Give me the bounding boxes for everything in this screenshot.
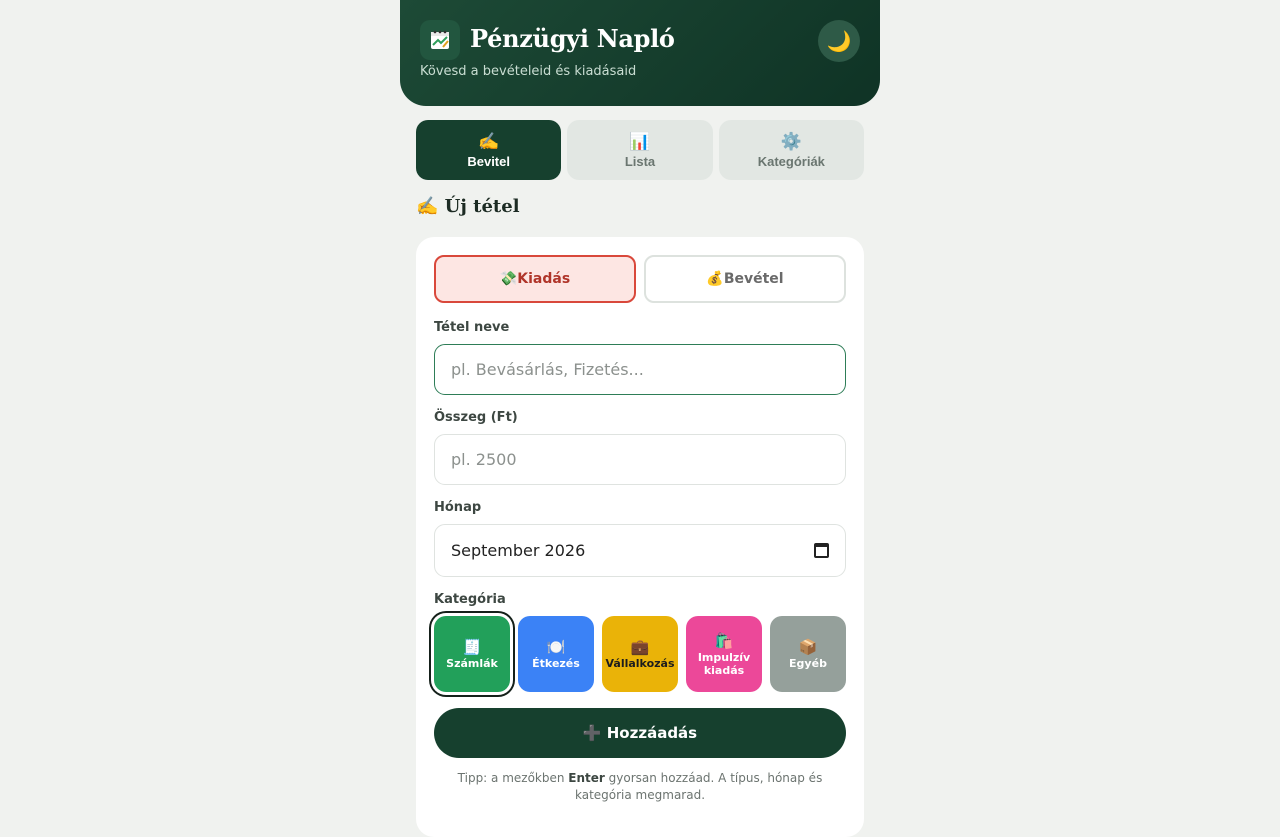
month-label: Hónap [434, 500, 482, 515]
amount-placeholder: pl. 2500 [451, 450, 517, 469]
tab-label: Lista [624, 153, 656, 169]
section-title: ✍️ Új tétel [416, 196, 520, 217]
app-title: Pénzügyi Napló [470, 24, 675, 53]
amount-label: Összeg (Ft) [434, 410, 518, 425]
writing-hand-icon: ✍️ [478, 131, 500, 151]
notebook-icon [420, 20, 460, 60]
plate-icon: 🍽️ [546, 638, 566, 656]
category-label-text: Számlák [446, 657, 498, 670]
calendar-icon[interactable] [814, 543, 829, 558]
tip-text: Tipp: a mezőkben Enter gyorsan hozzáad. … [434, 770, 846, 804]
category-egyeb[interactable]: 📦 Egyéb [770, 616, 846, 692]
app-container: Pénzügyi Napló Kövesd a bevételeid és ki… [400, 0, 880, 837]
expense-type-button[interactable]: 💸Kiadás [434, 255, 636, 303]
shopping-bags-icon: 🛍️ [714, 631, 734, 650]
category-label-text: Vállalkozás [605, 657, 675, 670]
name-placeholder: pl. Bevásárlás, Fizetés... [451, 360, 644, 379]
app-subtitle: Kövesd a bevételeid és kiadásaid [420, 64, 637, 79]
tip-suffix: gyorsan hozzáad. A típus, hónap és kateg… [574, 771, 823, 802]
income-type-button[interactable]: 💰Bevétel [644, 255, 846, 303]
receipt-icon: 🧾 [462, 638, 482, 656]
tip-key: Enter [568, 771, 605, 785]
tab-lista[interactable]: 📊 Lista [567, 120, 713, 180]
type-toggle: 💸Kiadás 💰Bevétel [434, 255, 846, 303]
month-value: September 2026 [451, 541, 586, 560]
tip-prefix: Tipp: a mezőkben [457, 771, 569, 785]
tab-bar: ✍️ Bevitel 📊 Lista ⚙️ Kategóriák [416, 120, 864, 180]
app-header: Pénzügyi Napló Kövesd a bevételeid és ki… [400, 0, 880, 106]
tab-label: Kategóriák [757, 153, 825, 169]
package-icon: 📦 [798, 638, 818, 656]
category-picker: 🧾 Számlák 🍽️ Étkezés 💼 Vállalkozás 🛍️ Im… [434, 616, 846, 692]
category-label-text: Étkezés [532, 657, 580, 670]
name-input[interactable]: pl. Bevásárlás, Fizetés... [434, 344, 846, 395]
month-input[interactable]: September 2026 [434, 524, 846, 577]
tab-kategoriak[interactable]: ⚙️ Kategóriák [718, 120, 864, 180]
category-szamlak[interactable]: 🧾 Számlák [434, 616, 510, 692]
tab-label: Bevitel [467, 153, 510, 169]
category-label: Kategória [434, 592, 506, 607]
moon-icon: 🌙 [826, 29, 852, 53]
name-label: Tétel neve [434, 320, 510, 335]
add-button[interactable]: ➕ Hozzáadás [434, 708, 846, 758]
category-vallalkozas[interactable]: 💼 Vállalkozás [602, 616, 678, 692]
category-impulziv[interactable]: 🛍️ Impulzív kiadás [686, 616, 762, 692]
category-label-text: Impulzív kiadás [697, 650, 751, 677]
briefcase-icon: 💼 [630, 638, 650, 656]
tab-bevitel[interactable]: ✍️ Bevitel [416, 120, 562, 180]
gear-icon: ⚙️ [780, 131, 802, 151]
chart-icon: 📊 [629, 131, 651, 151]
category-label-text: Egyéb [789, 657, 827, 670]
category-etkezes[interactable]: 🍽️ Étkezés [518, 616, 594, 692]
new-item-form: 💸Kiadás 💰Bevétel Tétel neve pl. Bevásárl… [416, 237, 864, 837]
amount-input[interactable]: pl. 2500 [434, 434, 846, 485]
theme-toggle-button[interactable]: 🌙 [818, 20, 860, 62]
